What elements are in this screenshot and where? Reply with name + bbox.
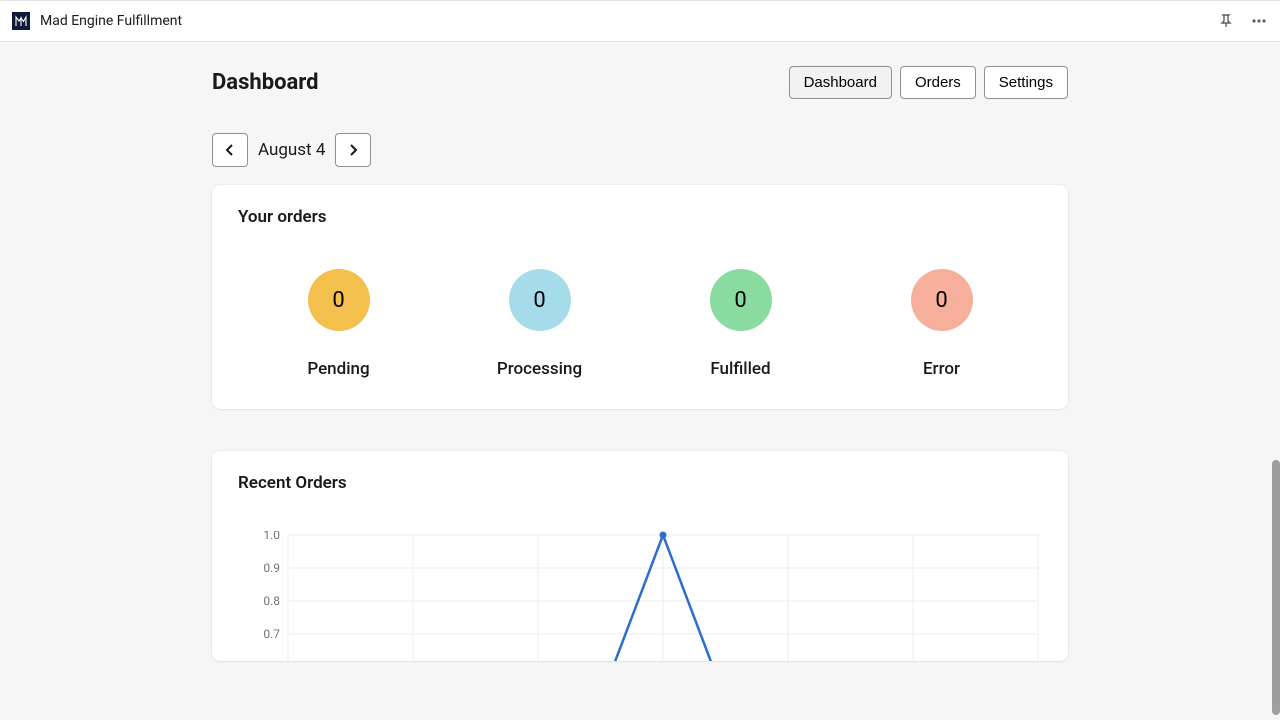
your-orders-title: Your orders [238, 207, 1042, 227]
tab-orders[interactable]: Orders [900, 66, 976, 99]
date-next-button[interactable] [335, 133, 371, 167]
tab-dashboard[interactable]: Dashboard [789, 66, 892, 99]
svg-text:0.8: 0.8 [263, 594, 280, 608]
nav-tabs: Dashboard Orders Settings [789, 66, 1068, 99]
recent-orders-title: Recent Orders [238, 473, 1042, 493]
app-header-left: Mad Engine Fulfillment [12, 12, 182, 30]
date-prev-button[interactable] [212, 133, 248, 167]
date-label: August 4 [258, 140, 325, 160]
app-header-right [1218, 12, 1268, 30]
page-header-row: Dashboard Dashboard Orders Settings [212, 66, 1068, 99]
svg-text:0.9: 0.9 [263, 561, 280, 575]
more-icon[interactable] [1250, 12, 1268, 30]
tab-settings[interactable]: Settings [984, 66, 1068, 99]
stat-processing[interactable]: 0 Processing [450, 269, 630, 379]
app-logo [12, 12, 30, 30]
page-title: Dashboard [212, 70, 319, 95]
page-content: Dashboard Dashboard Orders Settings Augu… [0, 42, 1280, 720]
recent-orders-chart: 1.0 0.9 0.8 0.7 [238, 531, 1042, 661]
recent-orders-card: Recent Orders 1.0 0.9 0.8 0.7 [212, 451, 1068, 661]
pin-icon[interactable] [1218, 13, 1234, 29]
svg-text:1.0: 1.0 [263, 531, 280, 542]
date-navigator: August 4 [212, 133, 1068, 167]
stat-circle: 0 [710, 269, 772, 331]
scrollbar[interactable] [1272, 460, 1280, 715]
order-stats-row: 0 Pending 0 Processing 0 Fulfilled 0 Err… [238, 269, 1042, 379]
your-orders-card: Your orders 0 Pending 0 Processing 0 Ful… [212, 185, 1068, 409]
stat-label: Pending [307, 359, 369, 379]
app-title: Mad Engine Fulfillment [40, 13, 182, 29]
stat-fulfilled[interactable]: 0 Fulfilled [651, 269, 831, 379]
app-header: Mad Engine Fulfillment [0, 0, 1280, 42]
stat-circle: 0 [911, 269, 973, 331]
stat-pending[interactable]: 0 Pending [249, 269, 429, 379]
stat-label: Fulfilled [710, 359, 770, 379]
svg-text:0.7: 0.7 [263, 627, 280, 641]
stat-label: Processing [497, 359, 582, 379]
stat-circle: 0 [509, 269, 571, 331]
stat-label: Error [923, 359, 960, 379]
stat-circle: 0 [308, 269, 370, 331]
stat-error[interactable]: 0 Error [852, 269, 1032, 379]
